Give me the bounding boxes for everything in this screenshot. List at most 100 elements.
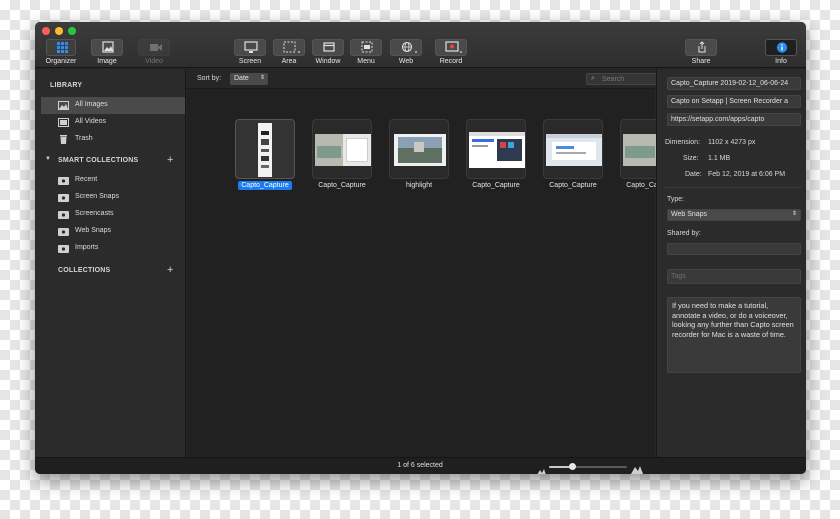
smart-folder-icon [58,210,69,219]
thumbnail-item[interactable] [466,119,526,179]
toolbar: Organizer Image Video Screen Area Window… [35,22,806,68]
thumbnail-item[interactable] [235,119,295,179]
share-label: Share [691,58,711,65]
sidebar-item-imports[interactable]: Imports [41,240,185,257]
globe-icon [390,39,422,56]
tags-field[interactable]: Tags [667,269,801,284]
smart-folder-icon [58,227,69,236]
notes-field[interactable]: If you need to make a tutorial, annotate… [667,297,801,373]
menu-label: Menu [357,58,375,65]
sidebar-item-label: Imports [75,244,99,251]
sidebar-item-screen-snaps[interactable]: Screen Snaps [41,189,185,206]
screen-label: Screen [238,58,262,65]
thumbnail-image [546,134,602,166]
sidebar-item-label: All Images [75,101,108,108]
record-screen-icon [435,39,467,56]
name-field[interactable]: Capto_Capture 2019-02-12_06-06-24 [667,77,801,90]
large-thumbnails-icon [631,461,643,474]
thumbnail-image [394,134,446,166]
sidebar-item-all-videos[interactable]: All Videos [41,114,185,131]
chevron-updown-icon: ⇕ [259,75,265,81]
thumbnail-label: Capto_Capture [549,182,597,189]
status-bar: 1 of 6 selected [35,457,806,474]
size-label: Size: [683,155,699,162]
sidebar-item-label: All Videos [75,118,107,125]
title-field[interactable]: Capto on Setapp | Screen Recorder a [667,95,801,108]
area-capture-button[interactable]: Area [273,39,305,65]
organizer-button[interactable]: Organizer [44,39,78,65]
menu-icon [350,39,382,56]
app-window: Organizer Image Video Screen Area Window… [35,22,806,474]
smart-folder-icon [58,193,69,202]
inspector-pane: Capto_Capture 2019-02-12_06-06-24 Capto … [656,69,806,457]
date-label: Date: [685,171,702,178]
size-value: 1.1 MB [708,155,731,162]
shared-by-label: Shared by: [667,230,701,237]
smart-folder-icon [58,176,69,185]
organizer-label: Organizer [45,58,77,65]
zoom-slider-knob[interactable] [569,463,577,470]
url-field[interactable]: https://setapp.com/apps/capto [667,113,801,126]
thumbnail-item[interactable] [389,119,449,179]
sidebar-item-all-images[interactable]: All Images [41,97,185,114]
collections-header: COLLECTIONS [58,267,111,274]
tags-placeholder: Tags [671,273,686,280]
chevron-updown-icon: ⇕ [791,211,797,217]
sidebar-item-recent[interactable]: Recent [41,172,185,189]
zoom-slider[interactable] [549,463,627,470]
disclosure-triangle-icon[interactable]: ▼ [45,156,51,162]
sort-label: Sort by: [197,75,222,82]
info-button[interactable]: Info [765,39,797,65]
record-button[interactable]: Record [435,39,467,65]
window-capture-button[interactable]: Window [312,39,344,65]
sidebar-item-label: Web Snaps [75,227,112,234]
info-icon [765,39,797,56]
screen-capture-button[interactable]: Screen [234,39,266,65]
type-label: Type: [667,196,685,203]
thumbnail-image [469,132,525,168]
share-button[interactable]: Share [685,39,717,65]
zoom-window-button[interactable] [68,27,76,35]
add-collection-button[interactable]: + [167,265,173,276]
close-window-button[interactable] [42,27,50,35]
sidebar-item-label: Recent [75,176,98,183]
smart-collections-header: SMART COLLECTIONS [58,157,139,164]
info-label: Info [775,58,787,65]
window-label: Window [315,58,341,65]
thumbnail-label: Capto_Capture [472,182,520,189]
area-label: Area [281,58,297,65]
thumbnail-image [258,123,272,177]
selection-status: 1 of 6 selected [397,462,443,469]
shared-by-field[interactable] [667,243,801,255]
image-mode-button[interactable]: Image [91,39,123,65]
thumbnail-image [315,134,371,166]
trash-icon [58,135,69,144]
thumbnail-label: Capto_Capture [235,181,295,190]
date-value: Feb 12, 2019 at 6:06 PM [708,171,786,178]
sidebar: LIBRARY All Images All Videos Trash ▼ SM… [35,69,186,457]
grid-icon [46,39,76,56]
type-select[interactable]: Web Snaps ⇕ [667,209,801,221]
sort-bar: Sort by: Date ⇕ ⌕ Search [187,69,683,89]
add-smart-collection-button[interactable]: + [167,155,173,166]
record-label: Record [439,58,463,65]
search-placeholder: Search [602,76,625,83]
thumbnail-item[interactable] [312,119,372,179]
sort-select[interactable]: Date ⇕ [230,73,268,85]
web-capture-button[interactable]: Web [390,39,422,65]
menu-capture-button[interactable]: Menu [350,39,382,65]
image-label: Image [97,58,117,65]
video-mode-button[interactable]: Video [138,39,170,65]
minimize-window-button[interactable] [55,27,63,35]
sidebar-item-screencasts[interactable]: Screencasts [41,206,185,223]
library-header: LIBRARY [50,82,83,89]
browser-pane: Sort by: Date ⇕ ⌕ Search Capto_Capture C… [187,69,683,457]
type-value: Web Snaps [671,211,708,218]
sidebar-item-label: Screen Snaps [75,193,119,200]
film-icon [58,118,69,127]
thumbnail-item[interactable] [543,119,603,179]
smart-folder-icon [58,244,69,253]
sidebar-item-trash[interactable]: Trash [41,131,185,148]
sidebar-item-web-snaps[interactable]: Web Snaps [41,223,185,240]
search-icon: ⌕ [591,75,595,82]
